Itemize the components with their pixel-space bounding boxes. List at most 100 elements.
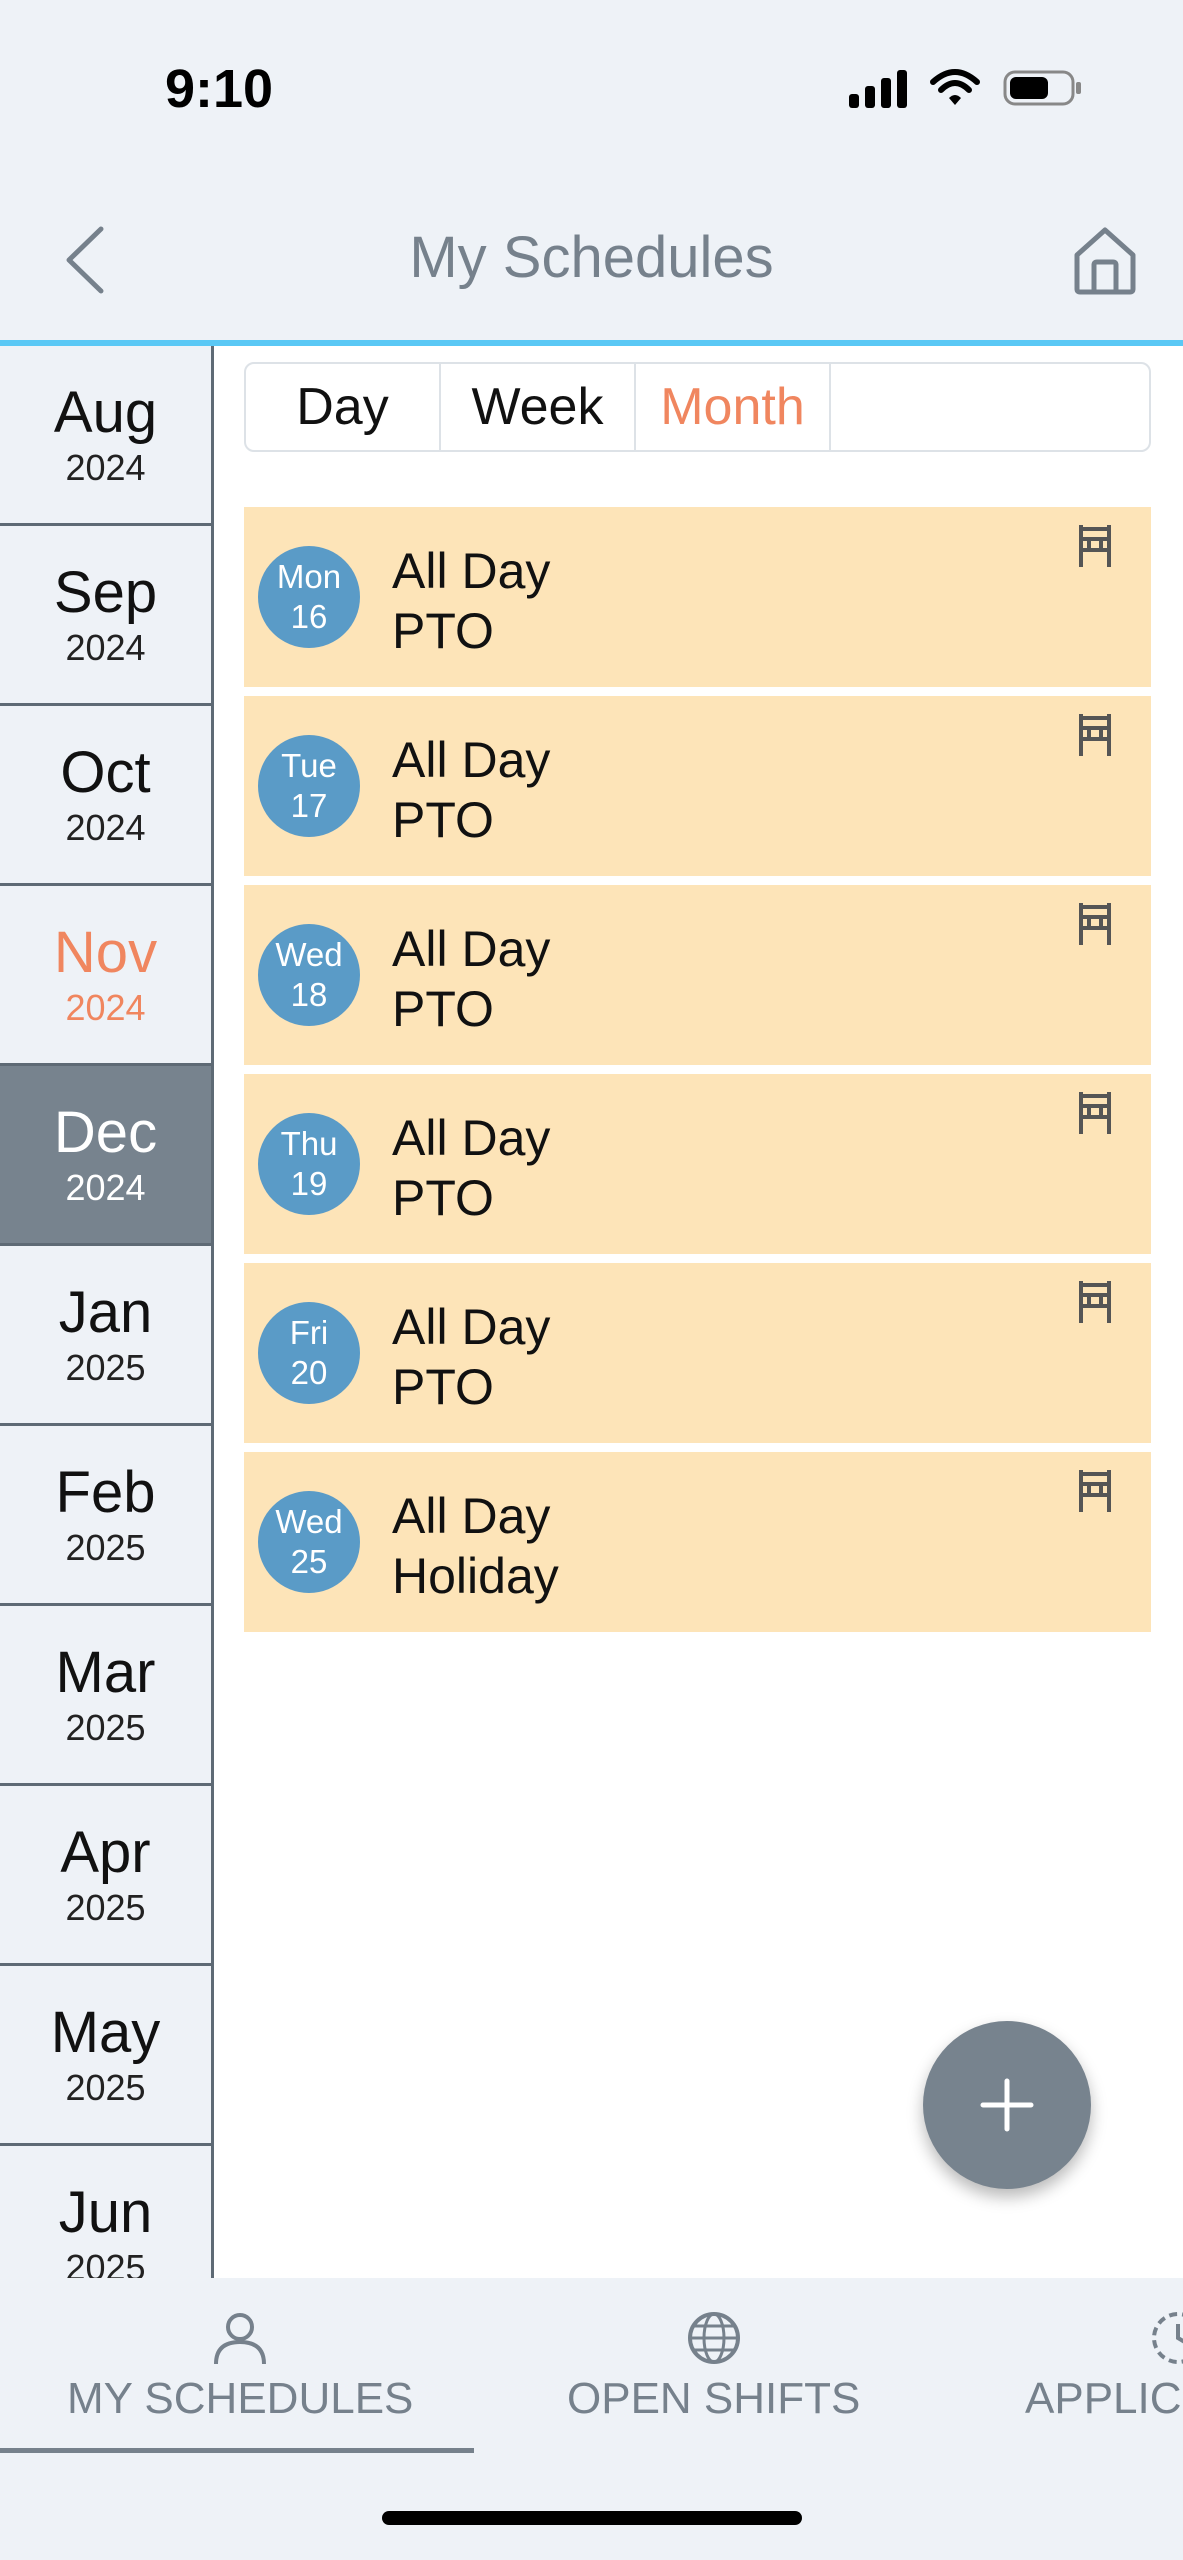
tab-my-schedules[interactable]: MY SCHEDULES <box>67 2308 413 2428</box>
day-of-month: 25 <box>290 1543 328 1580</box>
month-year: 2024 <box>65 806 146 848</box>
month-year: 2025 <box>65 1346 146 1388</box>
tab-open-shifts[interactable]: OPEN SHIFTS <box>567 2308 860 2428</box>
schedule-card[interactable]: Tue 17 All Day PTO <box>244 696 1151 876</box>
globe-icon <box>686 2308 742 2368</box>
month-item-sep-2024[interactable]: Sep 2024 <box>0 526 211 706</box>
chair-icon <box>1079 1470 1111 1512</box>
schedule-card[interactable]: Thu 19 All Day PTO <box>244 1074 1151 1254</box>
schedule-type: PTO <box>392 603 494 659</box>
plus-icon <box>980 2078 1034 2132</box>
month-item-nov-2024[interactable]: Nov 2024 <box>0 886 211 1066</box>
day-of-month: 18 <box>290 976 328 1013</box>
month-year: 2024 <box>65 1166 146 1208</box>
active-tab-indicator <box>0 2448 474 2453</box>
month-year: 2025 <box>65 1886 146 1928</box>
status-bar: 9:10 <box>0 0 1183 180</box>
date-badge: Thu 19 <box>258 1113 360 1215</box>
month-sidebar[interactable]: Aug 2024 Sep 2024 Oct 2024 Nov 2024 Dec … <box>0 346 214 2278</box>
month-name: Apr <box>60 1819 151 1885</box>
schedule-time: All Day <box>392 543 551 599</box>
month-item-aug-2024[interactable]: Aug 2024 <box>0 346 211 526</box>
schedule-list: Mon 16 All Day PTO Tue 17 All Day PTO We… <box>244 507 1151 1641</box>
month-year: 2025 <box>65 1526 146 1568</box>
battery-icon <box>1003 68 1083 108</box>
schedule-type: PTO <box>392 1359 494 1415</box>
schedule-time: All Day <box>392 732 551 788</box>
month-year: 2025 <box>65 2246 146 2279</box>
add-schedule-button[interactable] <box>923 2021 1091 2189</box>
tab-applications[interactable]: APPLIC <box>1025 2308 1183 2428</box>
chair-icon <box>1079 1281 1111 1323</box>
day-of-month: 19 <box>290 1165 328 1202</box>
month-item-may-2025[interactable]: May 2025 <box>0 1966 211 2146</box>
date-badge: Wed 25 <box>258 1491 360 1593</box>
schedule-text: All Day PTO <box>392 1108 550 1228</box>
schedule-type: Holiday <box>392 1548 559 1604</box>
tab-month[interactable]: Month <box>636 364 831 450</box>
clock-icon <box>1025 2308 1183 2368</box>
schedule-time: All Day <box>392 1488 551 1544</box>
schedule-text: All Day PTO <box>392 1297 550 1417</box>
month-item-jan-2025[interactable]: Jan 2025 <box>0 1246 211 1426</box>
day-of-week: Thu <box>280 1125 338 1162</box>
month-item-mar-2025[interactable]: Mar 2025 <box>0 1606 211 1786</box>
view-switcher: Day Week Month <box>244 362 1151 452</box>
schedule-time: All Day <box>392 1110 551 1166</box>
schedule-text: All Day PTO <box>392 730 550 850</box>
month-name: Sep <box>53 559 158 625</box>
month-name: Dec <box>53 1099 158 1165</box>
chair-icon <box>1079 1092 1111 1134</box>
month-name: Feb <box>55 1459 156 1525</box>
page-title: My Schedules <box>409 225 774 290</box>
date-badge: Mon 16 <box>258 546 360 648</box>
month-year: 2025 <box>65 2066 146 2108</box>
day-of-month: 17 <box>290 787 328 824</box>
date-badge: Fri 20 <box>258 1302 360 1404</box>
schedule-card[interactable]: Fri 20 All Day PTO <box>244 1263 1151 1443</box>
schedule-card[interactable]: Mon 16 All Day PTO <box>244 507 1151 687</box>
day-of-month: 16 <box>290 598 328 635</box>
schedule-text: All Day PTO <box>392 919 550 1039</box>
month-year: 2024 <box>65 446 146 488</box>
home-indicator[interactable] <box>382 2511 802 2525</box>
person-icon <box>212 2308 268 2368</box>
month-item-feb-2025[interactable]: Feb 2025 <box>0 1426 211 1606</box>
schedule-type: PTO <box>392 1170 494 1226</box>
day-of-week: Mon <box>276 558 342 595</box>
status-time: 9:10 <box>165 59 274 119</box>
month-name: May <box>50 1999 161 2065</box>
chair-icon <box>1079 714 1111 756</box>
chair-icon <box>1079 903 1111 945</box>
tab-label: MY SCHEDULES <box>67 2374 414 2423</box>
month-item-oct-2024[interactable]: Oct 2024 <box>0 706 211 886</box>
schedule-time: All Day <box>392 1299 551 1355</box>
month-name: Mar <box>55 1639 156 1705</box>
schedule-text: All Day Holiday <box>392 1486 559 1606</box>
schedule-card[interactable]: Wed 18 All Day PTO <box>244 885 1151 1065</box>
month-item-dec-2024[interactable]: Dec 2024 <box>0 1066 211 1246</box>
day-of-week: Wed <box>275 1503 343 1540</box>
app-header: My Schedules <box>0 180 1183 340</box>
schedule-type: PTO <box>392 792 494 848</box>
tab-week[interactable]: Week <box>441 364 636 450</box>
month-year: 2025 <box>65 1706 146 1748</box>
day-of-week: Wed <box>275 936 343 973</box>
day-of-month: 20 <box>290 1354 328 1391</box>
tab-day[interactable]: Day <box>246 364 441 450</box>
month-name: Nov <box>53 919 158 985</box>
chair-icon <box>1079 525 1111 567</box>
tab-label: OPEN SHIFTS <box>567 2374 861 2423</box>
home-button[interactable] <box>1065 220 1145 300</box>
schedule-text: All Day PTO <box>392 541 550 661</box>
screen: 9:10 My Schedules Aug 2024 Sep 2024 Oct … <box>0 0 1183 2560</box>
day-of-week: Tue <box>281 747 337 784</box>
schedule-card[interactable]: Wed 25 All Day Holiday <box>244 1452 1151 1632</box>
date-badge: Tue 17 <box>258 735 360 837</box>
month-item-jun-2025[interactable]: Jun 2025 <box>0 2146 211 2278</box>
month-year: 2024 <box>65 626 146 668</box>
schedule-type: PTO <box>392 981 494 1037</box>
wifi-icon <box>929 68 981 108</box>
month-item-apr-2025[interactable]: Apr 2025 <box>0 1786 211 1966</box>
tab-label: APPLIC <box>1025 2374 1182 2423</box>
